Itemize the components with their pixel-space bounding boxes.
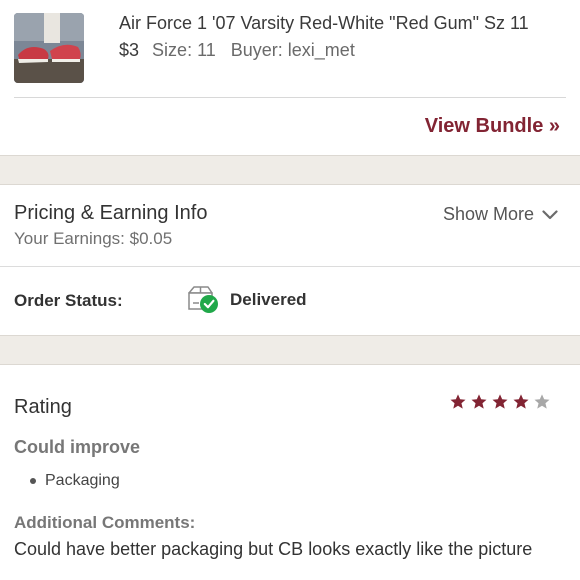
item-buyer: Buyer: lexi_met: [230, 40, 355, 60]
divider: [14, 97, 566, 98]
item-title[interactable]: Air Force 1 '07 Varsity Red-White "Red G…: [119, 13, 529, 34]
improve-item: Packaging: [30, 472, 120, 490]
item-meta: $3 Size: 11 Buyer: lexi_met: [119, 40, 355, 61]
star-filled-icon: [492, 394, 508, 409]
delivered-box-check-icon: [188, 286, 218, 313]
sold-item-row[interactable]: Air Force 1 '07 Varsity Red-White "Red G…: [0, 0, 580, 98]
chevron-down-icon: [542, 209, 558, 219]
earnings-text: Your Earnings: $0.05: [14, 229, 173, 248]
order-status-label: Order Status:: [14, 291, 123, 310]
rating-title: Rating: [14, 396, 72, 418]
section-separator: [0, 155, 580, 185]
star-filled-icon: [471, 394, 487, 409]
view-bundle-link[interactable]: View Bundle »: [425, 115, 560, 138]
star-empty-icon: [534, 394, 550, 409]
pricing-title: Pricing & Earning Info: [14, 202, 208, 224]
show-more-label: Show More: [442, 204, 534, 224]
improve-list: Packaging: [30, 472, 120, 490]
sneaker-photo-icon: [14, 13, 84, 83]
show-more-button[interactable]: Show More: [443, 204, 558, 225]
order-status-value: Delivered: [230, 290, 307, 309]
pricing-section: Pricing & Earning Info Your Earnings: $0…: [0, 185, 580, 267]
item-price: $3: [119, 40, 140, 60]
comments-text: Could have better packaging but CB looks…: [14, 539, 533, 559]
star-rating: [449, 393, 551, 411]
bullet-icon: [30, 478, 36, 484]
star-filled-icon: [450, 394, 466, 409]
star-filled-icon: [513, 394, 529, 409]
comments-label: Additional Comments:: [14, 513, 196, 532]
rating-section: Rating Could improve Packaging Additiona…: [0, 365, 580, 580]
improve-item-label: Packaging: [45, 472, 120, 489]
section-separator: [0, 335, 580, 365]
item-size: Size: 11: [152, 40, 216, 60]
order-status-row: Order Status: Delivered: [0, 266, 580, 335]
item-thumbnail[interactable]: [14, 13, 84, 83]
could-improve-label: Could improve: [14, 437, 141, 457]
order-details-screen: Air Force 1 '07 Varsity Red-White "Red G…: [0, 0, 580, 580]
